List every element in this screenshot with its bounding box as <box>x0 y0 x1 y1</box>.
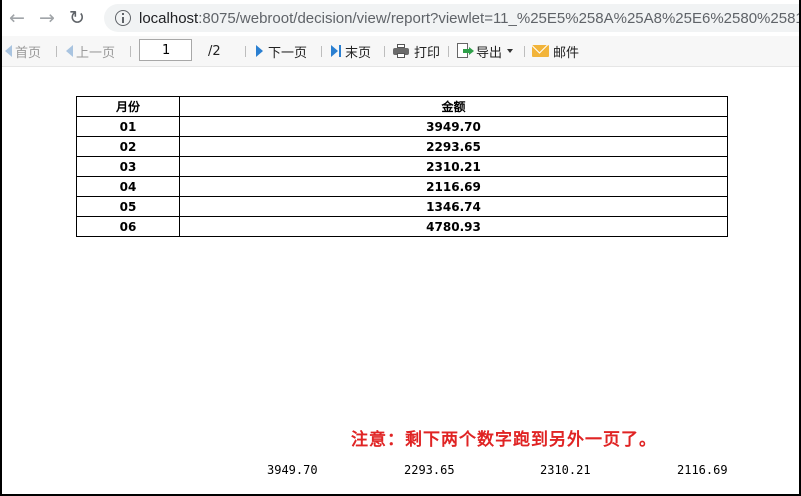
printer-icon <box>393 44 409 58</box>
month-cell: 06 <box>76 216 180 237</box>
url-path: :8075/webroot/decision/view/report?viewl… <box>198 9 801 27</box>
first-page-button[interactable]: 首页 <box>5 36 41 66</box>
chevron-down-icon <box>507 49 514 53</box>
toolbar-divider <box>321 46 322 57</box>
amount-cell: 2116.69 <box>179 176 728 197</box>
toolbar-divider <box>245 46 246 57</box>
amount-cell: 3949.70 <box>179 116 728 137</box>
page-number-input[interactable] <box>139 39 192 61</box>
next-page-icon <box>256 45 263 57</box>
forward-arrow-icon[interactable]: → <box>36 7 58 29</box>
header-month: 月份 <box>76 96 180 117</box>
month-cell: 05 <box>76 196 180 217</box>
mail-icon <box>532 45 549 57</box>
amount-cell: 4780.93 <box>179 216 728 237</box>
month-cell: 02 <box>76 136 180 157</box>
toolbar-divider <box>524 46 525 57</box>
prev-page-label: 上一页 <box>76 45 116 61</box>
address-bar[interactable]: localhost:8075/webroot/decision/view/rep… <box>104 4 801 32</box>
export-label: 导出 <box>476 45 503 61</box>
first-page-label: 首页 <box>15 45 42 61</box>
reload-icon[interactable]: ↻ <box>66 7 88 29</box>
toolbar-divider <box>130 46 131 57</box>
prev-page-button[interactable]: 上一页 <box>66 36 115 66</box>
amount-cell: 1346.74 <box>179 196 728 217</box>
annotation-note: 注意：剩下两个数字跑到另外一页了。 <box>351 430 657 450</box>
screenshot-border <box>0 0 801 496</box>
export-icon <box>457 43 474 59</box>
next-page-label: 下一页 <box>268 45 308 61</box>
overflow-value: 3949.70 <box>267 463 318 477</box>
amount-cell: 2310.21 <box>179 156 728 177</box>
toolbar-divider <box>56 46 57 57</box>
print-label: 打印 <box>414 45 441 61</box>
table-row: 04 2116.69 <box>76 176 728 197</box>
overflow-value: 2293.65 <box>404 463 455 477</box>
overflow-value: 2310.21 <box>540 463 591 477</box>
next-page-button[interactable]: 下一页 <box>256 36 307 66</box>
table-row: 02 2293.65 <box>76 136 728 157</box>
info-icon[interactable] <box>115 10 131 26</box>
toolbar-divider <box>384 46 385 57</box>
report-toolbar: 首页 上一页 /2 下一页 末页 打印 导出 邮件 <box>0 36 801 67</box>
browser-bar: ← → ↻ localhost:8075/webroot/decision/vi… <box>0 0 801 36</box>
table-row: 06 4780.93 <box>76 216 728 237</box>
overflow-value: 2116.69 <box>677 463 728 477</box>
email-button[interactable]: 邮件 <box>532 36 579 66</box>
back-arrow-icon[interactable]: ← <box>6 7 28 29</box>
month-cell: 04 <box>76 176 180 197</box>
print-button[interactable]: 打印 <box>393 36 440 66</box>
first-page-icon <box>5 45 12 57</box>
header-amount: 金额 <box>179 96 728 117</box>
amount-cell: 2293.65 <box>179 136 728 157</box>
table-row: 01 3949.70 <box>76 116 728 137</box>
month-cell: 01 <box>76 116 180 137</box>
toolbar-divider <box>448 46 449 57</box>
report-table: 月份 金额 01 3949.70 02 2293.65 03 2310.21 0… <box>76 96 728 237</box>
export-button[interactable]: 导出 <box>457 36 514 66</box>
last-page-label: 末页 <box>345 45 372 61</box>
page-total: /2 <box>208 43 221 59</box>
last-page-icon <box>331 45 341 57</box>
table-row: 03 2310.21 <box>76 156 728 177</box>
url-host: localhost <box>139 9 199 27</box>
email-label: 邮件 <box>553 45 580 61</box>
month-cell: 03 <box>76 156 180 177</box>
prev-page-icon <box>66 45 73 57</box>
table-row: 05 1346.74 <box>76 196 728 217</box>
last-page-button[interactable]: 末页 <box>331 36 371 66</box>
table-header-row: 月份 金额 <box>76 96 728 117</box>
